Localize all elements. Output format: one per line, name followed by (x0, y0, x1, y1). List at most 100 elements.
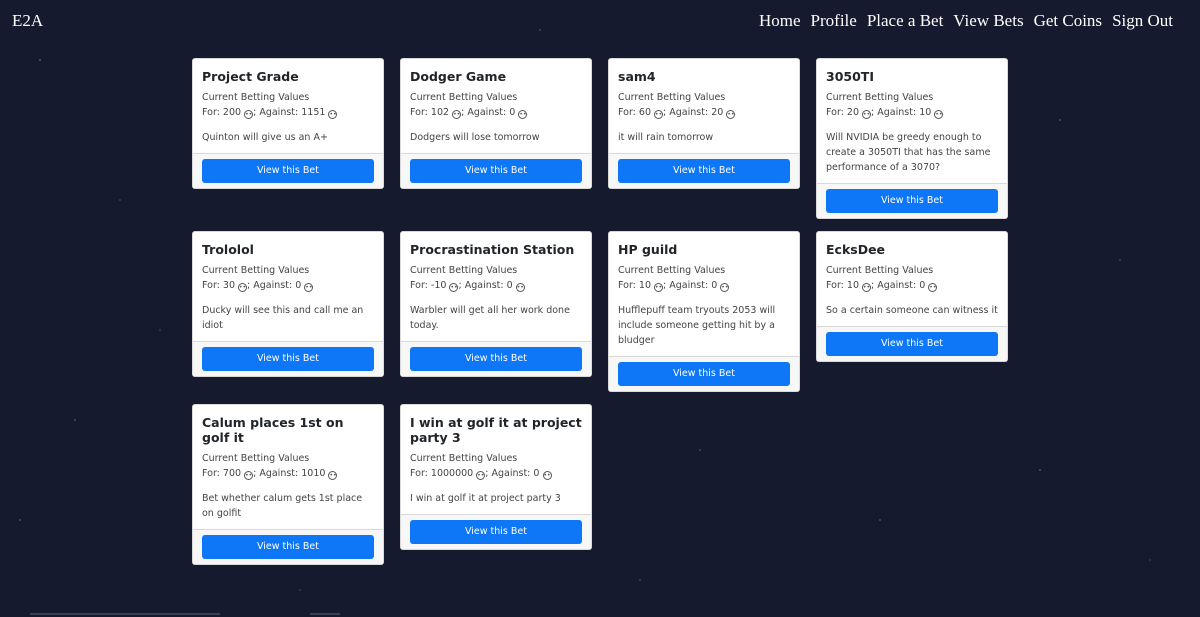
nav-links: Home Profile Place a Bet View Bets Get C… (759, 11, 1173, 31)
card-body: Project Grade Current Betting Values For… (193, 59, 383, 153)
against-label: Against: (877, 280, 917, 291)
for-value: 20 (846, 107, 860, 118)
view-bet-button[interactable]: View this Bet (410, 347, 582, 371)
card-body: HP guild Current Betting Values For: 10 … (609, 232, 799, 356)
neutral-face-icon: •• (518, 110, 528, 119)
card-body: sam4 Current Betting Values For: 60 ••; … (609, 59, 799, 153)
nav-sign-out[interactable]: Sign Out (1112, 11, 1173, 31)
card-footer: View this Bet (401, 514, 591, 549)
bet-card: Project Grade Current Betting Values For… (192, 58, 384, 189)
neutral-face-icon: •• (726, 110, 736, 119)
against-label: Against: (491, 468, 531, 479)
against-value: 0 (533, 468, 540, 479)
scrollbar-track (30, 613, 220, 615)
scrollbar-thumb (310, 613, 340, 615)
nav-place-bet[interactable]: Place a Bet (867, 11, 943, 31)
neutral-face-icon: •• (328, 110, 338, 119)
for-label: For: (202, 280, 220, 291)
betting-values: For: 1000000 ••; Against: 0 •• (410, 468, 552, 480)
card-body: Dodger Game Current Betting Values For: … (401, 59, 591, 153)
against-value: 0 (711, 280, 718, 291)
for-label: For: (618, 107, 636, 118)
betting-values: For: 200 ••; Against: 1151 •• (202, 107, 338, 119)
for-label: For: (410, 468, 428, 479)
bet-description: Ducky will see this and call me an idiot (202, 305, 364, 331)
betting-values: For: -10 ••; Against: 0 •• (410, 280, 525, 292)
view-bet-button[interactable]: View this Bet (202, 347, 374, 371)
bet-description: Bet whether calum gets 1st place on golf… (202, 493, 363, 519)
neutral-face-icon: •• (720, 283, 730, 292)
nav-view-bets[interactable]: View Bets (953, 11, 1023, 31)
against-label: Against: (877, 107, 917, 118)
neutral-face-icon: •• (304, 283, 314, 292)
against-label: Against: (467, 107, 507, 118)
bet-title: sam4 (618, 69, 656, 84)
neutral-face-icon: •• (515, 283, 525, 292)
for-value: -10 (430, 280, 447, 291)
for-value: 10 (638, 280, 652, 291)
against-value: 10 (919, 107, 932, 118)
betting-values: For: 10 ••; Against: 0 •• (826, 280, 938, 292)
bet-description: Dodgers will lose tomorrow (410, 132, 540, 143)
neutral-face-icon: •• (542, 471, 552, 480)
neutral-face-icon: •• (449, 283, 459, 292)
neutral-face-icon: •• (476, 471, 486, 480)
card-footer: View this Bet (193, 153, 383, 188)
for-value: 200 (222, 107, 242, 118)
against-label: Against: (259, 107, 299, 118)
bet-description: it will rain tomorrow (618, 132, 714, 143)
nav-home[interactable]: Home (759, 11, 801, 31)
card-footer: View this Bet (401, 153, 591, 188)
betting-values-label: Current Betting Values (202, 92, 310, 103)
for-label: For: (618, 280, 636, 291)
card-footer: View this Bet (609, 356, 799, 391)
betting-values: For: 102 ••; Against: 0 •• (410, 107, 528, 119)
bets-grid: Project Grade Current Betting Values For… (192, 58, 1010, 565)
view-bet-button[interactable]: View this Bet (202, 159, 374, 183)
card-body: I win at golf it at project party 3 Curr… (401, 405, 591, 514)
neutral-face-icon: •• (244, 110, 254, 119)
card-footer: View this Bet (609, 153, 799, 188)
nav-get-coins[interactable]: Get Coins (1034, 11, 1102, 31)
view-bet-button[interactable]: View this Bet (202, 535, 374, 559)
for-label: For: (202, 468, 220, 479)
view-bet-button[interactable]: View this Bet (618, 159, 790, 183)
betting-values: For: 20 ••; Against: 10 •• (826, 107, 944, 119)
against-value: 20 (711, 107, 724, 118)
view-bet-button[interactable]: View this Bet (826, 332, 998, 356)
for-label: For: (410, 107, 428, 118)
card-footer: View this Bet (817, 183, 1007, 218)
betting-values: For: 10 ••; Against: 0 •• (618, 280, 730, 292)
view-bet-button[interactable]: View this Bet (410, 159, 582, 183)
bet-description: Warbler will get all her work done today… (410, 305, 570, 331)
for-value: 30 (222, 280, 236, 291)
neutral-face-icon: •• (928, 283, 938, 292)
view-bet-button[interactable]: View this Bet (410, 520, 582, 544)
against-label: Against: (259, 468, 299, 479)
bet-card: 3050TI Current Betting Values For: 20 ••… (816, 58, 1008, 219)
betting-values-label: Current Betting Values (202, 453, 310, 464)
card-footer: View this Bet (817, 326, 1007, 361)
bet-title: I win at golf it at project party 3 (410, 415, 582, 445)
bet-card: Dodger Game Current Betting Values For: … (400, 58, 592, 189)
bet-card: Procrastination Station Current Betting … (400, 231, 592, 377)
view-bet-button[interactable]: View this Bet (826, 189, 998, 213)
betting-values: For: 60 ••; Against: 20 •• (618, 107, 736, 119)
for-value: 700 (222, 468, 242, 479)
bet-card: EcksDee Current Betting Values For: 10 •… (816, 231, 1008, 362)
betting-values-label: Current Betting Values (618, 265, 726, 276)
bet-title: Trololol (202, 242, 254, 257)
card-footer: View this Bet (193, 341, 383, 376)
neutral-face-icon: •• (238, 283, 248, 292)
against-value: 0 (509, 107, 516, 118)
betting-values-label: Current Betting Values (826, 265, 934, 276)
neutral-face-icon: •• (452, 110, 462, 119)
for-label: For: (826, 280, 844, 291)
against-value: 0 (919, 280, 926, 291)
nav-profile[interactable]: Profile (811, 11, 857, 31)
brand-logo[interactable]: E2A (12, 11, 43, 31)
bet-title: HP guild (618, 242, 678, 257)
neutral-face-icon: •• (328, 471, 338, 480)
card-body: Procrastination Station Current Betting … (401, 232, 591, 341)
view-bet-button[interactable]: View this Bet (618, 362, 790, 386)
